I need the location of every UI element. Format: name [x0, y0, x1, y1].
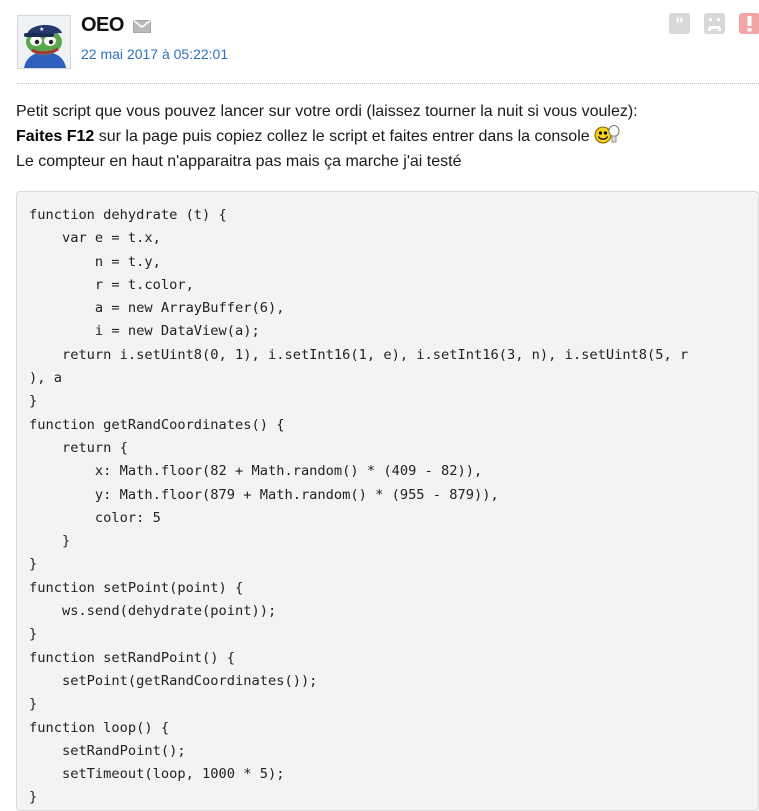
code-line: function setPoint(point) { [29, 579, 244, 596]
code-line: setRandPoint(); [29, 742, 186, 759]
code-line: } [29, 393, 38, 410]
code-line: return { [29, 439, 128, 456]
forum-post: ★ OEO 22 mai 2017 à 05:22:01 " Petit scr… [0, 0, 759, 811]
code-line: function loop() { [29, 719, 170, 736]
code-line: } [29, 626, 38, 643]
code-line: } [29, 696, 38, 713]
code-line: color: 5 [29, 509, 161, 526]
svg-text:★: ★ [39, 26, 44, 33]
code-line: var e = t.x, [29, 230, 161, 247]
bold-text: Faites F12 [16, 128, 95, 145]
code-line: setPoint(getRandCoordinates()); [29, 672, 318, 689]
code-line: a = new ArrayBuffer(6), [29, 300, 285, 317]
sad-face-icon [708, 18, 721, 31]
code-line: function getRandCoordinates() { [29, 416, 285, 433]
envelope-icon[interactable] [133, 19, 151, 33]
code-line: } [29, 533, 71, 550]
message-line: Faites F12 sur la page puis copiez colle… [16, 124, 756, 149]
author-name[interactable]: OEO [81, 14, 124, 37]
code-line: return i.setUint8(0, 1), i.setInt16(1, e… [29, 346, 689, 363]
code-line: ws.send(dehydrate(point)); [29, 603, 277, 620]
code-block[interactable]: function dehydrate (t) { var e = t.x, n … [16, 191, 759, 811]
exclamation-icon [747, 16, 752, 32]
code-line: ), a [29, 370, 62, 387]
ignore-button[interactable] [704, 13, 725, 34]
smiley-icon [593, 124, 621, 144]
code-line: i = new DataView(a); [29, 323, 260, 340]
code-line: y: Math.floor(879 + Math.random() * (955… [29, 486, 499, 503]
message-text: sur la page puis copiez collez le script… [94, 128, 590, 145]
code-line: } [29, 556, 38, 573]
avatar[interactable]: ★ [17, 15, 71, 69]
code-line: x: Math.floor(82 + Math.random() * (409 … [29, 463, 483, 480]
message-line: Le compteur en haut n'apparaitra pas mai… [16, 153, 462, 170]
code-line: } [29, 789, 38, 806]
svg-text:": " [675, 15, 684, 34]
quote-button[interactable]: " [669, 13, 690, 34]
report-button[interactable] [739, 13, 759, 34]
header-divider [17, 83, 759, 84]
message-line: Petit script que vous pouvez lancer sur … [16, 103, 638, 120]
code-line: setTimeout(loop, 1000 * 5); [29, 766, 285, 783]
code-line: n = t.y, [29, 253, 161, 270]
quote-icon: " [675, 15, 684, 34]
code-line: function dehydrate (t) { [29, 207, 227, 223]
message-body: Petit script que vous pouvez lancer sur … [16, 99, 756, 174]
code-line: function setRandPoint() { [29, 649, 236, 666]
code-content[interactable]: function dehydrate (t) { var e = t.x, n … [17, 192, 758, 810]
code-line: r = t.color, [29, 276, 194, 293]
post-date-link[interactable]: 22 mai 2017 à 05:22:01 [81, 46, 228, 62]
